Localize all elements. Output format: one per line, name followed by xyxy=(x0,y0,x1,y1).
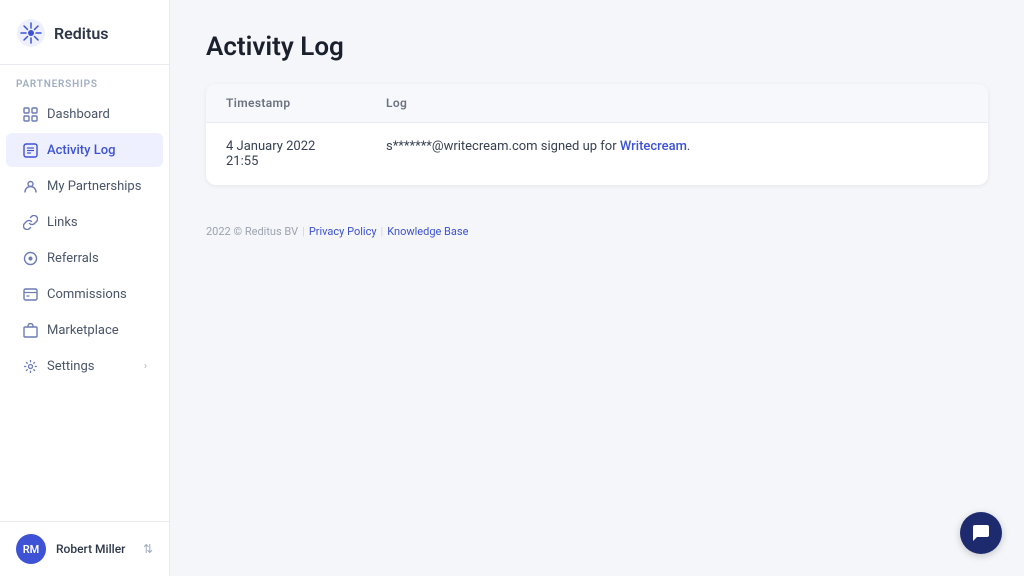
col-timestamp: Timestamp xyxy=(206,84,366,123)
my-partnerships-icon xyxy=(22,178,38,194)
footer-knowledge-base-link[interactable]: Knowledge Base xyxy=(387,225,468,238)
settings-chevron-icon: › xyxy=(144,361,147,372)
sidebar-item-referrals-label: Referrals xyxy=(47,251,99,266)
sidebar-item-dashboard[interactable]: Dashboard xyxy=(6,97,163,131)
sidebar-item-marketplace[interactable]: Marketplace xyxy=(6,313,163,347)
page-title: Activity Log xyxy=(206,32,988,62)
sidebar-item-my-partnerships[interactable]: My Partnerships xyxy=(6,169,163,203)
row-log: s*******@writecream.com signed up for Wr… xyxy=(366,123,988,186)
sidebar-item-dashboard-label: Dashboard xyxy=(47,107,110,122)
sidebar-item-settings-label: Settings xyxy=(47,359,94,374)
sidebar-section-label: Partnerships xyxy=(0,65,169,96)
main-content: Activity Log Timestamp Log 4 January 202… xyxy=(170,0,1024,576)
table-header-row: Timestamp Log xyxy=(206,84,988,123)
log-text: s*******@writecream.com signed up for xyxy=(386,139,620,154)
sidebar-item-marketplace-label: Marketplace xyxy=(47,323,119,338)
logo-container: Reditus xyxy=(0,0,169,65)
sidebar-item-referrals[interactable]: Referrals xyxy=(6,241,163,275)
footer-copyright: 2022 © Reditus BV xyxy=(206,225,298,238)
user-chevron-icon: ⇅ xyxy=(143,542,153,556)
commissions-icon xyxy=(22,286,38,302)
activity-log-card: Timestamp Log 4 January 2022 21:55 s****… xyxy=(206,84,988,185)
footer-separator-2: | xyxy=(381,225,384,238)
logo-icon xyxy=(16,18,46,48)
sidebar-item-commissions[interactable]: Commissions xyxy=(6,277,163,311)
footer-separator-1: | xyxy=(302,225,305,238)
dashboard-icon xyxy=(22,106,38,122)
user-name: Robert Miller xyxy=(56,542,125,556)
sidebar-item-my-partnerships-label: My Partnerships xyxy=(47,179,141,194)
sidebar-item-links[interactable]: Links xyxy=(6,205,163,239)
links-icon xyxy=(22,214,38,230)
sidebar: Reditus Partnerships Dashboard Activity … xyxy=(0,0,170,576)
avatar: RM xyxy=(16,534,46,564)
sidebar-item-settings[interactable]: Settings › xyxy=(6,349,163,383)
log-suffix: . xyxy=(687,139,690,154)
marketplace-icon xyxy=(22,322,38,338)
app-name: Reditus xyxy=(54,24,108,43)
row-timestamp: 4 January 2022 21:55 xyxy=(206,123,366,186)
chat-button[interactable] xyxy=(960,512,1002,554)
activity-log-table: Timestamp Log 4 January 2022 21:55 s****… xyxy=(206,84,988,185)
user-profile[interactable]: RM Robert Miller ⇅ xyxy=(0,521,169,576)
sidebar-item-activity-log[interactable]: Activity Log xyxy=(6,133,163,167)
table-row: 4 January 2022 21:55 s*******@writecream… xyxy=(206,123,988,186)
footer: 2022 © Reditus BV | Privacy Policy | Kno… xyxy=(206,209,988,252)
footer-privacy-link[interactable]: Privacy Policy xyxy=(309,225,377,238)
col-log: Log xyxy=(366,84,988,123)
settings-icon xyxy=(22,358,38,374)
activity-log-icon xyxy=(22,142,38,158)
referrals-icon xyxy=(22,250,38,266)
sidebar-item-commissions-label: Commissions xyxy=(47,287,127,302)
sidebar-item-links-label: Links xyxy=(47,215,78,230)
chat-icon xyxy=(971,523,991,543)
log-link[interactable]: Writecream xyxy=(620,139,687,154)
sidebar-item-activity-log-label: Activity Log xyxy=(47,143,116,158)
